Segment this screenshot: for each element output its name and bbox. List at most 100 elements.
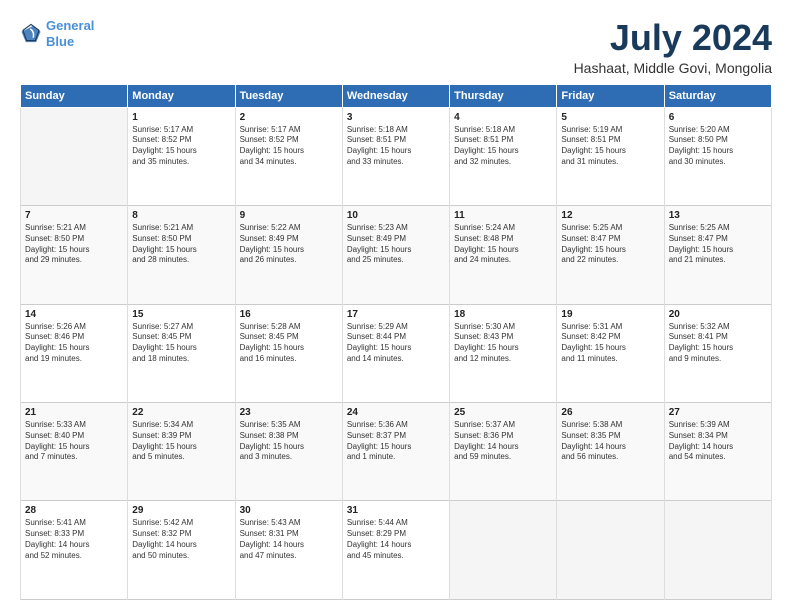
day-content: Sunrise: 5:27 AM Sunset: 8:45 PM Dayligh… [132,322,230,365]
day-content: Sunrise: 5:19 AM Sunset: 8:51 PM Dayligh… [561,125,659,168]
day-number: 31 [347,505,445,516]
day-content: Sunrise: 5:30 AM Sunset: 8:43 PM Dayligh… [454,322,552,365]
cell-week1-day3: 3 Sunrise: 5:18 AM Sunset: 8:51 PM Daylig… [342,107,449,205]
header-tuesday: Tuesday [235,84,342,107]
week-row-1: 1 Sunrise: 5:17 AM Sunset: 8:52 PM Daylig… [21,107,772,205]
day-number: 30 [240,505,338,516]
day-content: Sunrise: 5:42 AM Sunset: 8:32 PM Dayligh… [132,518,230,561]
cell-week3-day0: 14 Sunrise: 5:26 AM Sunset: 8:46 PM Dayli… [21,304,128,402]
day-number: 28 [25,505,123,516]
cell-week3-day1: 15Sunrise: 5:27 AM Sunset: 8:45 PM Dayli… [128,304,235,402]
day-content: Sunrise: 5:17 AM Sunset: 8:52 PM Dayligh… [132,125,230,168]
cell-week5-day0: 28 Sunrise: 5:41 AM Sunset: 8:33 PM Dayli… [21,501,128,600]
cell-week5-day3: 31 Sunrise: 5:44 AM Sunset: 8:29 PM Dayli… [342,501,449,600]
day-content: Sunrise: 5:29 AM Sunset: 8:44 PM Dayligh… [347,322,445,365]
day-content: Sunrise: 5:36 AM Sunset: 8:37 PM Dayligh… [347,420,445,463]
calendar-header-row: SundayMondayTuesdayWednesdayThursdayFrid… [21,84,772,107]
calendar-body: 1 Sunrise: 5:17 AM Sunset: 8:52 PM Daylig… [21,107,772,599]
day-content: Sunrise: 5:17 AM Sunset: 8:52 PM Dayligh… [240,125,338,168]
day-number: 20 [669,309,767,320]
day-content: Sunrise: 5:18 AM Sunset: 8:51 PM Dayligh… [347,125,445,168]
cell-week1-day2: 2Sunrise: 5:17 AM Sunset: 8:52 PM Daylig… [235,107,342,205]
day-number: 26 [561,407,659,418]
day-content: Sunrise: 5:22 AM Sunset: 8:49 PM Dayligh… [240,223,338,266]
cell-week4-day1: 22 Sunrise: 5:34 AM Sunset: 8:39 PM Dayli… [128,403,235,501]
day-number: 27 [669,407,767,418]
logo-text: General Blue [46,18,94,49]
day-content: Sunrise: 5:34 AM Sunset: 8:39 PM Dayligh… [132,420,230,463]
cell-week3-day5: 19Sunrise: 5:31 AM Sunset: 8:42 PM Dayli… [557,304,664,402]
day-number: 1 [132,112,230,123]
day-content: Sunrise: 5:44 AM Sunset: 8:29 PM Dayligh… [347,518,445,561]
day-content: Sunrise: 5:41 AM Sunset: 8:33 PM Dayligh… [25,518,123,561]
cell-week2-day2: 9Sunrise: 5:22 AM Sunset: 8:49 PM Daylig… [235,206,342,304]
day-number: 12 [561,210,659,221]
cell-week2-day0: 7 Sunrise: 5:21 AM Sunset: 8:50 PM Daylig… [21,206,128,304]
day-number: 24 [347,407,445,418]
day-number: 21 [25,407,123,418]
logo-general: General [46,18,94,33]
cell-week2-day1: 8Sunrise: 5:21 AM Sunset: 8:50 PM Daylig… [128,206,235,304]
header: General Blue July 2024 Hashaat, Middle G… [20,18,772,76]
cell-week1-day4: 4 Sunrise: 5:18 AM Sunset: 8:51 PM Daylig… [450,107,557,205]
cell-week5-day4 [450,501,557,600]
cell-week4-day2: 23Sunrise: 5:35 AM Sunset: 8:38 PM Dayli… [235,403,342,501]
header-thursday: Thursday [450,84,557,107]
cell-week1-day6: 6 Sunrise: 5:20 AM Sunset: 8:50 PM Daylig… [664,107,771,205]
title-block: July 2024 Hashaat, Middle Govi, Mongolia [574,18,772,76]
day-number: 23 [240,407,338,418]
logo: General Blue [20,18,94,49]
day-content: Sunrise: 5:38 AM Sunset: 8:35 PM Dayligh… [561,420,659,463]
day-number: 7 [25,210,123,221]
cell-week4-day6: 27 Sunrise: 5:39 AM Sunset: 8:34 PM Dayli… [664,403,771,501]
day-content: Sunrise: 5:39 AM Sunset: 8:34 PM Dayligh… [669,420,767,463]
cell-week2-day3: 10 Sunrise: 5:23 AM Sunset: 8:49 PM Dayli… [342,206,449,304]
day-number: 3 [347,112,445,123]
day-number: 8 [132,210,230,221]
cell-week1-day5: 5Sunrise: 5:19 AM Sunset: 8:51 PM Daylig… [557,107,664,205]
cell-week4-day0: 21 Sunrise: 5:33 AM Sunset: 8:40 PM Dayli… [21,403,128,501]
cell-week3-day2: 16 Sunrise: 5:28 AM Sunset: 8:45 PM Dayli… [235,304,342,402]
day-number: 19 [561,309,659,320]
day-content: Sunrise: 5:18 AM Sunset: 8:51 PM Dayligh… [454,125,552,168]
day-content: Sunrise: 5:37 AM Sunset: 8:36 PM Dayligh… [454,420,552,463]
day-number: 16 [240,309,338,320]
header-saturday: Saturday [664,84,771,107]
day-number: 17 [347,309,445,320]
day-content: Sunrise: 5:25 AM Sunset: 8:47 PM Dayligh… [669,223,767,266]
day-number: 6 [669,112,767,123]
day-number: 10 [347,210,445,221]
week-row-2: 7 Sunrise: 5:21 AM Sunset: 8:50 PM Daylig… [21,206,772,304]
location-subtitle: Hashaat, Middle Govi, Mongolia [574,60,772,76]
day-content: Sunrise: 5:26 AM Sunset: 8:46 PM Dayligh… [25,322,123,365]
cell-week4-day3: 24 Sunrise: 5:36 AM Sunset: 8:37 PM Dayli… [342,403,449,501]
day-number: 14 [25,309,123,320]
week-row-5: 28 Sunrise: 5:41 AM Sunset: 8:33 PM Dayli… [21,501,772,600]
cell-week5-day2: 30 Sunrise: 5:43 AM Sunset: 8:31 PM Dayli… [235,501,342,600]
cell-week2-day6: 13 Sunrise: 5:25 AM Sunset: 8:47 PM Dayli… [664,206,771,304]
cell-week1-day0 [21,107,128,205]
header-monday: Monday [128,84,235,107]
day-content: Sunrise: 5:43 AM Sunset: 8:31 PM Dayligh… [240,518,338,561]
day-content: Sunrise: 5:28 AM Sunset: 8:45 PM Dayligh… [240,322,338,365]
day-number: 25 [454,407,552,418]
day-number: 11 [454,210,552,221]
day-number: 22 [132,407,230,418]
day-content: Sunrise: 5:25 AM Sunset: 8:47 PM Dayligh… [561,223,659,266]
week-row-4: 21 Sunrise: 5:33 AM Sunset: 8:40 PM Dayli… [21,403,772,501]
day-content: Sunrise: 5:23 AM Sunset: 8:49 PM Dayligh… [347,223,445,266]
header-wednesday: Wednesday [342,84,449,107]
day-number: 13 [669,210,767,221]
week-row-3: 14 Sunrise: 5:26 AM Sunset: 8:46 PM Dayli… [21,304,772,402]
day-content: Sunrise: 5:20 AM Sunset: 8:50 PM Dayligh… [669,125,767,168]
header-sunday: Sunday [21,84,128,107]
day-number: 18 [454,309,552,320]
cell-week5-day5 [557,501,664,600]
page: General Blue July 2024 Hashaat, Middle G… [0,0,792,612]
day-number: 4 [454,112,552,123]
day-content: Sunrise: 5:33 AM Sunset: 8:40 PM Dayligh… [25,420,123,463]
cell-week2-day5: 12 Sunrise: 5:25 AM Sunset: 8:47 PM Dayli… [557,206,664,304]
cell-week5-day6 [664,501,771,600]
day-content: Sunrise: 5:32 AM Sunset: 8:41 PM Dayligh… [669,322,767,365]
day-content: Sunrise: 5:21 AM Sunset: 8:50 PM Dayligh… [25,223,123,266]
